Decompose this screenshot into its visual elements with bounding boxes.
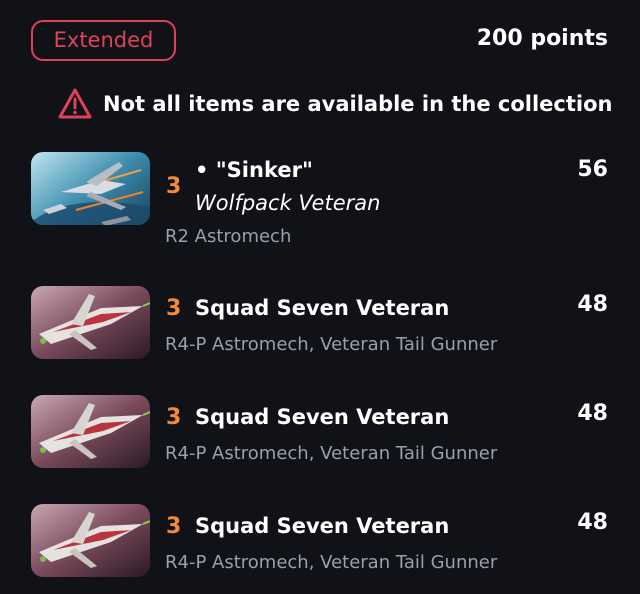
ship-points: 48 [577, 510, 608, 535]
pilot-name: Squad Seven Veteran [195, 514, 450, 538]
ship-points: 48 [577, 401, 608, 426]
warning-triangle-icon [57, 87, 93, 121]
ship-row[interactable]: 3 • "Sinker" Wolfpack Veteran R2 Astrome… [0, 150, 640, 250]
pilot-initiative: 3 [166, 405, 182, 430]
collection-warning: Not all items are available in the colle… [57, 87, 612, 121]
ship-points: 48 [577, 292, 608, 317]
points-total: 200 points [476, 26, 608, 51]
ship-image [31, 286, 150, 359]
pilot-name: • "Sinker" [195, 158, 313, 182]
ship-upgrades: R4-P Astromech, Veteran Tail Gunner [165, 552, 498, 573]
pilot-initiative: 3 [166, 296, 182, 321]
ship-upgrades: R4-P Astromech, Veteran Tail Gunner [165, 443, 498, 464]
list-header: Extended 200 points [0, 0, 640, 80]
pilot-initiative: 3 [166, 174, 182, 199]
ship-row[interactable]: 3 Squad Seven Veteran R4-P Astromech, Ve… [0, 395, 640, 495]
ship-upgrades: R2 Astromech [165, 226, 292, 247]
warning-text: Not all items are available in the colle… [103, 92, 613, 116]
ship-upgrades: R4-P Astromech, Veteran Tail Gunner [165, 334, 498, 355]
ship-image [31, 504, 150, 577]
ship-image [31, 395, 150, 468]
pilot-name: Squad Seven Veteran [195, 296, 450, 320]
ship-row[interactable]: 3 Squad Seven Veteran R4-P Astromech, Ve… [0, 286, 640, 386]
pilot-name: Squad Seven Veteran [195, 405, 450, 429]
format-badge[interactable]: Extended [31, 20, 176, 61]
ship-image [31, 152, 150, 225]
ship-points: 56 [577, 157, 608, 182]
pilot-title: Wolfpack Veteran [195, 191, 381, 215]
pilot-initiative: 3 [166, 514, 182, 539]
ship-row[interactable]: 3 Squad Seven Veteran R4-P Astromech, Ve… [0, 504, 640, 594]
